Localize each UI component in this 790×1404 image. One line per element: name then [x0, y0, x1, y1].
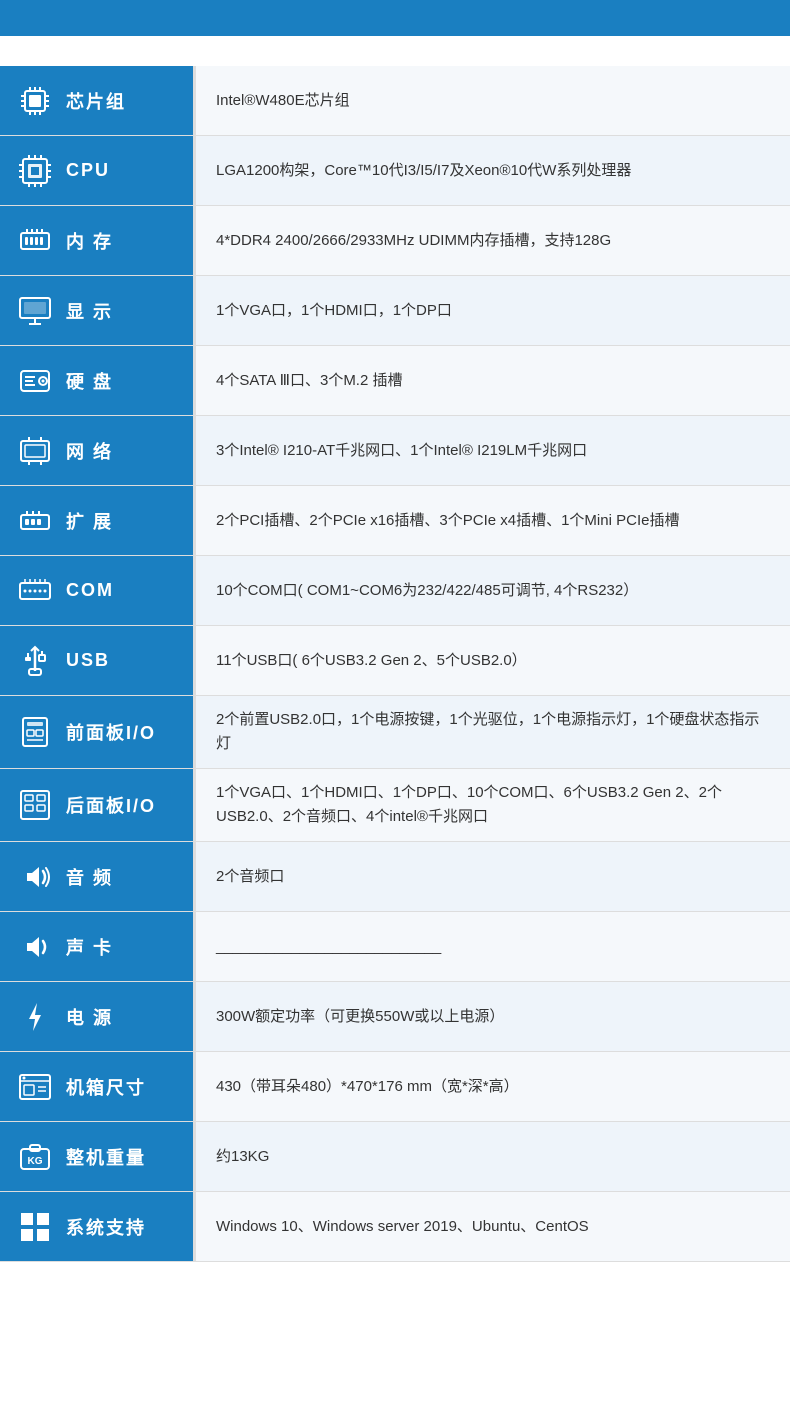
spec-label-soundcard: 声 卡 [0, 912, 193, 981]
chassis-icon [14, 1066, 56, 1108]
spec-value-chassis: 430（带耳朵480）*470*176 mm（宽*深*高） [193, 1052, 790, 1121]
label-text-harddisk: 硬 盘 [66, 368, 113, 394]
spec-row-memory: 内 存 4*DDR4 2400/2666/2933MHz UDIMM内存插槽，支持… [0, 206, 790, 276]
spec-value-usb: 11个USB口( 6个USB3.2 Gen 2、5个USB2.0） [193, 626, 790, 695]
spec-value-chipset: Intel®W480E芯片组 [193, 66, 790, 135]
network-icon [14, 430, 56, 472]
spec-value-audio: 2个音频口 [193, 842, 790, 911]
spec-row-com: COM 10个COM口( COM1~COM6为232/422/485可调节, 4个… [0, 556, 790, 626]
spec-label-com: COM [0, 556, 193, 625]
spec-value-power: 300W额定功率（可更换550W或以上电源） [193, 982, 790, 1051]
usb-icon [14, 640, 56, 682]
spec-row-audio: 音 频 2个音频口 [0, 842, 790, 912]
spec-label-power: 电 源 [0, 982, 193, 1051]
spec-row-usb: USB 11个USB口( 6个USB3.2 Gen 2、5个USB2.0） [0, 626, 790, 696]
spec-row-frontio: 前面板I/O 2个前置USB2.0口，1个电源按键，1个光驱位，1个电源指示灯，1… [0, 696, 790, 769]
reario-icon [14, 784, 56, 826]
spec-value-network: 3个Intel® I210-AT千兆网口、1个Intel® I219LM千兆网口 [193, 416, 790, 485]
spec-row-chassis: 机箱尺寸 430（带耳朵480）*470*176 mm（宽*深*高） [0, 1052, 790, 1122]
label-text-display: 显 示 [66, 298, 113, 324]
label-text-reario: 后面板I/O [66, 792, 156, 818]
label-text-chassis: 机箱尺寸 [66, 1074, 146, 1100]
spec-row-power: 电 源 300W额定功率（可更换550W或以上电源） [0, 982, 790, 1052]
spec-value-os: Windows 10、Windows server 2019、Ubuntu、Ce… [193, 1192, 790, 1261]
os-icon [14, 1206, 56, 1248]
label-text-usb: USB [66, 650, 110, 671]
spec-label-reario: 后面板I/O [0, 769, 193, 841]
spec-label-usb: USB [0, 626, 193, 695]
weight-icon: KG [14, 1136, 56, 1178]
label-text-expansion: 扩 展 [66, 508, 113, 534]
label-text-frontio: 前面板I/O [66, 719, 156, 745]
audio-icon [14, 856, 56, 898]
power-icon [14, 996, 56, 1038]
spec-label-chassis: 机箱尺寸 [0, 1052, 193, 1121]
com-icon [14, 570, 56, 612]
spec-value-harddisk: 4个SATA Ⅲ口、3个M.2 插槽 [193, 346, 790, 415]
spec-label-display: 显 示 [0, 276, 193, 345]
harddisk-icon [14, 360, 56, 402]
spec-row-reario: 后面板I/O 1个VGA口、1个HDMI口、1个DP口、10个COM口、6个USB… [0, 769, 790, 842]
spec-label-chipset: 芯片组 [0, 66, 193, 135]
spacer [0, 36, 790, 66]
spec-label-weight: KG 整机重量 [0, 1122, 193, 1191]
spec-row-network: 网 络 3个Intel® I210-AT千兆网口、1个Intel® I219LM千… [0, 416, 790, 486]
spec-value-com: 10个COM口( COM1~COM6为232/422/485可调节, 4个RS2… [193, 556, 790, 625]
spec-row-os: 系统支持 Windows 10、Windows server 2019、Ubunt… [0, 1192, 790, 1262]
spec-value-cpu: LGA1200构架，Core™10代I3/I5/I7及Xeon®10代W系列处理… [193, 136, 790, 205]
spec-row-weight: KG 整机重量约13KG [0, 1122, 790, 1192]
spec-row-soundcard: 声 卡 ___________________________ [0, 912, 790, 982]
spec-row-harddisk: 硬 盘 4个SATA Ⅲ口、3个M.2 插槽 [0, 346, 790, 416]
soundcard-icon [14, 926, 56, 968]
spec-row-display: 显 示 1个VGA口，1个HDMI口，1个DP口 [0, 276, 790, 346]
label-text-power: 电 源 [66, 1004, 113, 1030]
label-text-network: 网 络 [66, 438, 113, 464]
label-text-memory: 内 存 [66, 228, 113, 254]
label-text-audio: 音 频 [66, 864, 113, 890]
spec-table: 芯片组 Intel®W480E芯片组 CPU LGA1200构架，Core™10代I… [0, 66, 790, 1262]
spec-value-soundcard: ___________________________ [193, 912, 790, 981]
display-icon [14, 290, 56, 332]
spec-label-cpu: CPU [0, 136, 193, 205]
spec-row-expansion: 扩 展 2个PCI插槽、2个PCIe x16插槽、3个PCIe x4插槽、1个Mi… [0, 486, 790, 556]
spec-label-harddisk: 硬 盘 [0, 346, 193, 415]
svg-text:KG: KG [28, 1156, 43, 1167]
label-text-chipset: 芯片组 [66, 88, 126, 114]
spec-label-network: 网 络 [0, 416, 193, 485]
spec-label-memory: 内 存 [0, 206, 193, 275]
header [0, 0, 790, 36]
label-text-com: COM [66, 580, 114, 601]
label-text-soundcard: 声 卡 [66, 934, 113, 960]
spec-value-weight: 约13KG [193, 1122, 790, 1191]
spec-value-expansion: 2个PCI插槽、2个PCIe x16插槽、3个PCIe x4插槽、1个Mini … [193, 486, 790, 555]
label-text-os: 系统支持 [66, 1214, 146, 1240]
spec-value-display: 1个VGA口，1个HDMI口，1个DP口 [193, 276, 790, 345]
frontio-icon [14, 711, 56, 753]
chip-icon [14, 80, 56, 122]
spec-label-expansion: 扩 展 [0, 486, 193, 555]
spec-label-frontio: 前面板I/O [0, 696, 193, 768]
spec-value-memory: 4*DDR4 2400/2666/2933MHz UDIMM内存插槽，支持128… [193, 206, 790, 275]
expansion-icon [14, 500, 56, 542]
label-text-weight: 整机重量 [66, 1144, 146, 1170]
spec-label-audio: 音 频 [0, 842, 193, 911]
memory-icon [14, 220, 56, 262]
spec-row-chipset: 芯片组 Intel®W480E芯片组 [0, 66, 790, 136]
label-text-cpu: CPU [66, 160, 110, 181]
spec-row-cpu: CPU LGA1200构架，Core™10代I3/I5/I7及Xeon®10代W系… [0, 136, 790, 206]
cpu-icon [14, 150, 56, 192]
spec-value-reario: 1个VGA口、1个HDMI口、1个DP口、10个COM口、6个USB3.2 Ge… [193, 769, 790, 841]
spec-value-frontio: 2个前置USB2.0口，1个电源按键，1个光驱位，1个电源指示灯，1个硬盘状态指… [193, 696, 790, 768]
spec-label-os: 系统支持 [0, 1192, 193, 1261]
